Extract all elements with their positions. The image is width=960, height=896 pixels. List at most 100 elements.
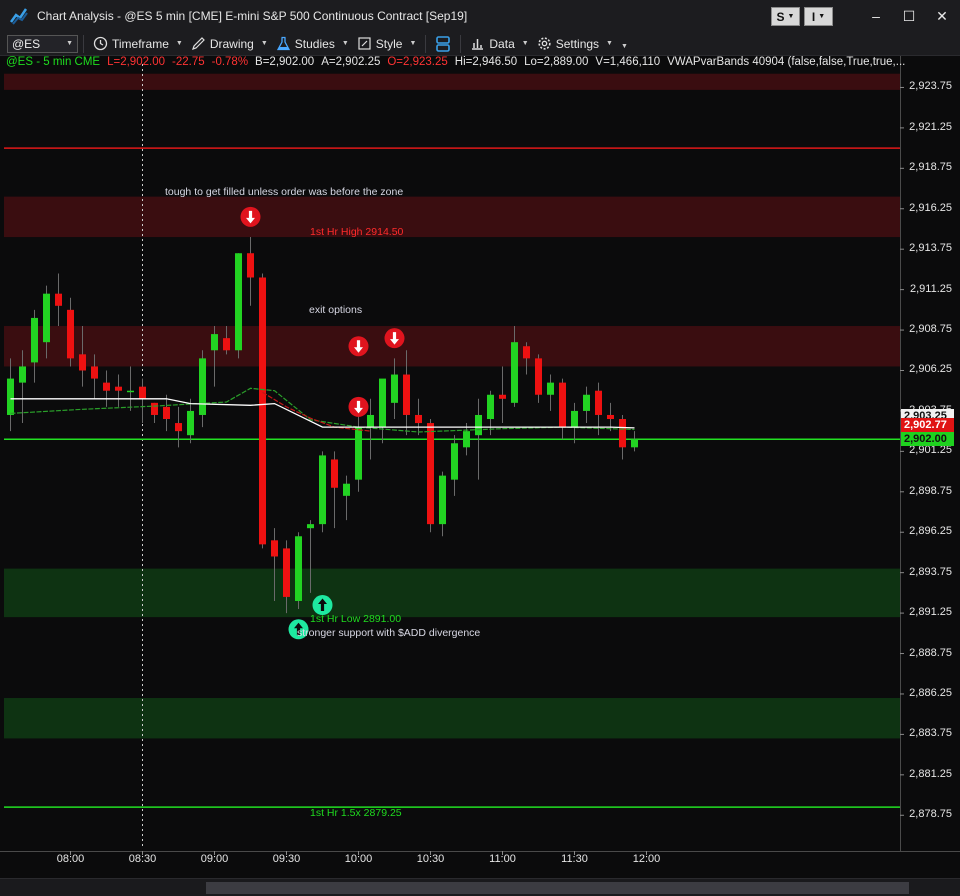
drawing-menu[interactable]: Drawing ▼ — [187, 33, 272, 55]
candle-body — [7, 378, 14, 415]
price-tick-label: 2,891.25 — [909, 606, 952, 619]
chevron-down-icon: ▼ — [341, 40, 349, 47]
chevron-down-icon: ▼ — [260, 40, 268, 47]
s-link-button[interactable]: S ▼ — [771, 7, 800, 26]
time-tick-label: 11:00 — [489, 853, 516, 865]
chart-area[interactable]: @ES - 5 min CME L=2,902.00 -22.75 -0.78%… — [0, 56, 960, 878]
time-tick-label: 09:30 — [272, 853, 301, 865]
minimize-button[interactable]: – — [866, 6, 886, 26]
pencil-icon — [191, 37, 205, 50]
price-tick-label: 2,908.75 — [909, 323, 952, 336]
candle-body — [631, 439, 638, 448]
price-tick-label: 2,896.25 — [909, 525, 952, 538]
time-tick-label: 11:30 — [561, 853, 588, 865]
toolbar-divider — [425, 34, 427, 53]
candle-body — [607, 414, 614, 420]
flask-icon — [276, 36, 290, 51]
studies-menu[interactable]: Studies ▼ — [272, 33, 353, 55]
candle-body — [475, 414, 482, 436]
timeframe-menu[interactable]: Timeframe ▼ — [89, 33, 187, 55]
candle-body — [415, 414, 422, 424]
price-tick-label: 2,911.25 — [909, 282, 952, 295]
data-menu[interactable]: Data ▼ — [466, 33, 532, 55]
candle-body — [175, 423, 182, 432]
chevron-down-icon: ▼ — [818, 13, 826, 20]
candle-body — [367, 414, 374, 428]
toolbar-divider — [460, 34, 462, 53]
price-tick-label: 2,913.75 — [909, 242, 952, 255]
zone-green — [4, 568, 900, 618]
close-icon: ✕ — [936, 7, 948, 24]
candle-body — [247, 253, 254, 278]
candle-body — [307, 524, 314, 529]
legend-low: Lo=2,889.00 — [524, 56, 589, 68]
candle-body — [115, 386, 122, 391]
candle-body — [127, 390, 134, 393]
annotation-exit-options: exit options — [309, 304, 363, 316]
candle-body — [211, 334, 218, 351]
candle-body — [403, 374, 410, 415]
candle-body — [535, 358, 542, 395]
annotation-support-note: stronger support with $ADD divergence — [297, 627, 481, 639]
candle-body — [547, 382, 554, 395]
candle-body — [67, 309, 74, 359]
candle-body — [619, 419, 626, 448]
candle-body — [379, 378, 386, 428]
chart-link-button[interactable] — [431, 33, 455, 55]
price-tick-label: 2,878.75 — [909, 808, 952, 821]
zone-red — [4, 196, 900, 238]
scrollbar-thumb[interactable] — [206, 882, 909, 894]
symbol-input[interactable]: @ES ▼ — [7, 34, 78, 53]
candle-body — [235, 253, 242, 351]
annotation-fill-note: tough to get filled unless order was bef… — [165, 186, 404, 198]
legend-high: Hi=2,946.50 — [454, 56, 518, 68]
legend-bid: B=2,902.00 — [255, 56, 315, 68]
i-link-button[interactable]: I ▼ — [804, 7, 833, 26]
price-chart[interactable] — [0, 56, 960, 878]
time-tick-label: 12:00 — [632, 853, 661, 865]
horizontal-scrollbar[interactable] — [0, 878, 960, 896]
bar-chart-icon — [472, 39, 484, 50]
price-tick-label: 2,916.25 — [909, 201, 952, 214]
legend-change: -22.75 — [172, 56, 205, 68]
chevron-down-icon: ▼ — [521, 40, 529, 47]
toolbar-divider — [83, 34, 84, 53]
style-icon — [358, 37, 371, 50]
candle-body — [511, 342, 518, 403]
candle-body — [451, 443, 458, 480]
chevron-down-icon: ▼ — [66, 40, 73, 47]
price-tick-label: 2,921.25 — [909, 120, 952, 133]
candle-body — [79, 354, 86, 371]
candle-body — [187, 410, 194, 436]
legend-ask: A=2,902.25 — [321, 56, 381, 68]
settings-menu[interactable]: Settings ▼ — [533, 33, 617, 55]
style-menu[interactable]: Style ▼ — [353, 33, 421, 55]
maximize-button[interactable]: ☐ — [899, 6, 919, 26]
maximize-icon: ☐ — [902, 7, 916, 24]
zone-red — [4, 326, 900, 367]
price-tick-label: 2,886.25 — [909, 686, 952, 699]
candle-body — [463, 431, 470, 448]
price-tick-label: 2,888.75 — [909, 646, 952, 659]
candle-body — [571, 410, 578, 428]
vwap-band-green — [10, 387, 635, 433]
candle-body — [91, 366, 98, 379]
toolbar-overflow-icon[interactable]: ▼ — [621, 43, 628, 50]
candle-body — [199, 358, 206, 415]
legend-study: VWAPvarBands 40904 (false,false,True,tru… — [667, 56, 906, 68]
symbol-value: @ES — [12, 36, 41, 51]
price-tick-label: 2,918.75 — [909, 161, 952, 174]
window-title: Chart Analysis - @ES 5 min [CME] E-mini … — [37, 9, 468, 23]
annotation-hr-high: 1st Hr High 2914.50 — [310, 226, 404, 238]
close-button[interactable]: ✕ — [932, 6, 952, 26]
chart-toolbar: @ES ▼ Timeframe ▼ Drawing ▼ Studies ▼ St… — [0, 32, 960, 56]
legend-change-pct: -0.78% — [211, 56, 249, 68]
candle-body — [319, 455, 326, 525]
clock-icon — [93, 36, 108, 51]
settings-label: Settings — [555, 36, 600, 51]
candle-body — [331, 459, 338, 488]
time-tick-label: 08:30 — [128, 853, 157, 865]
candle-body — [19, 366, 26, 383]
candle-body — [343, 483, 350, 496]
zone-green — [4, 698, 900, 739]
